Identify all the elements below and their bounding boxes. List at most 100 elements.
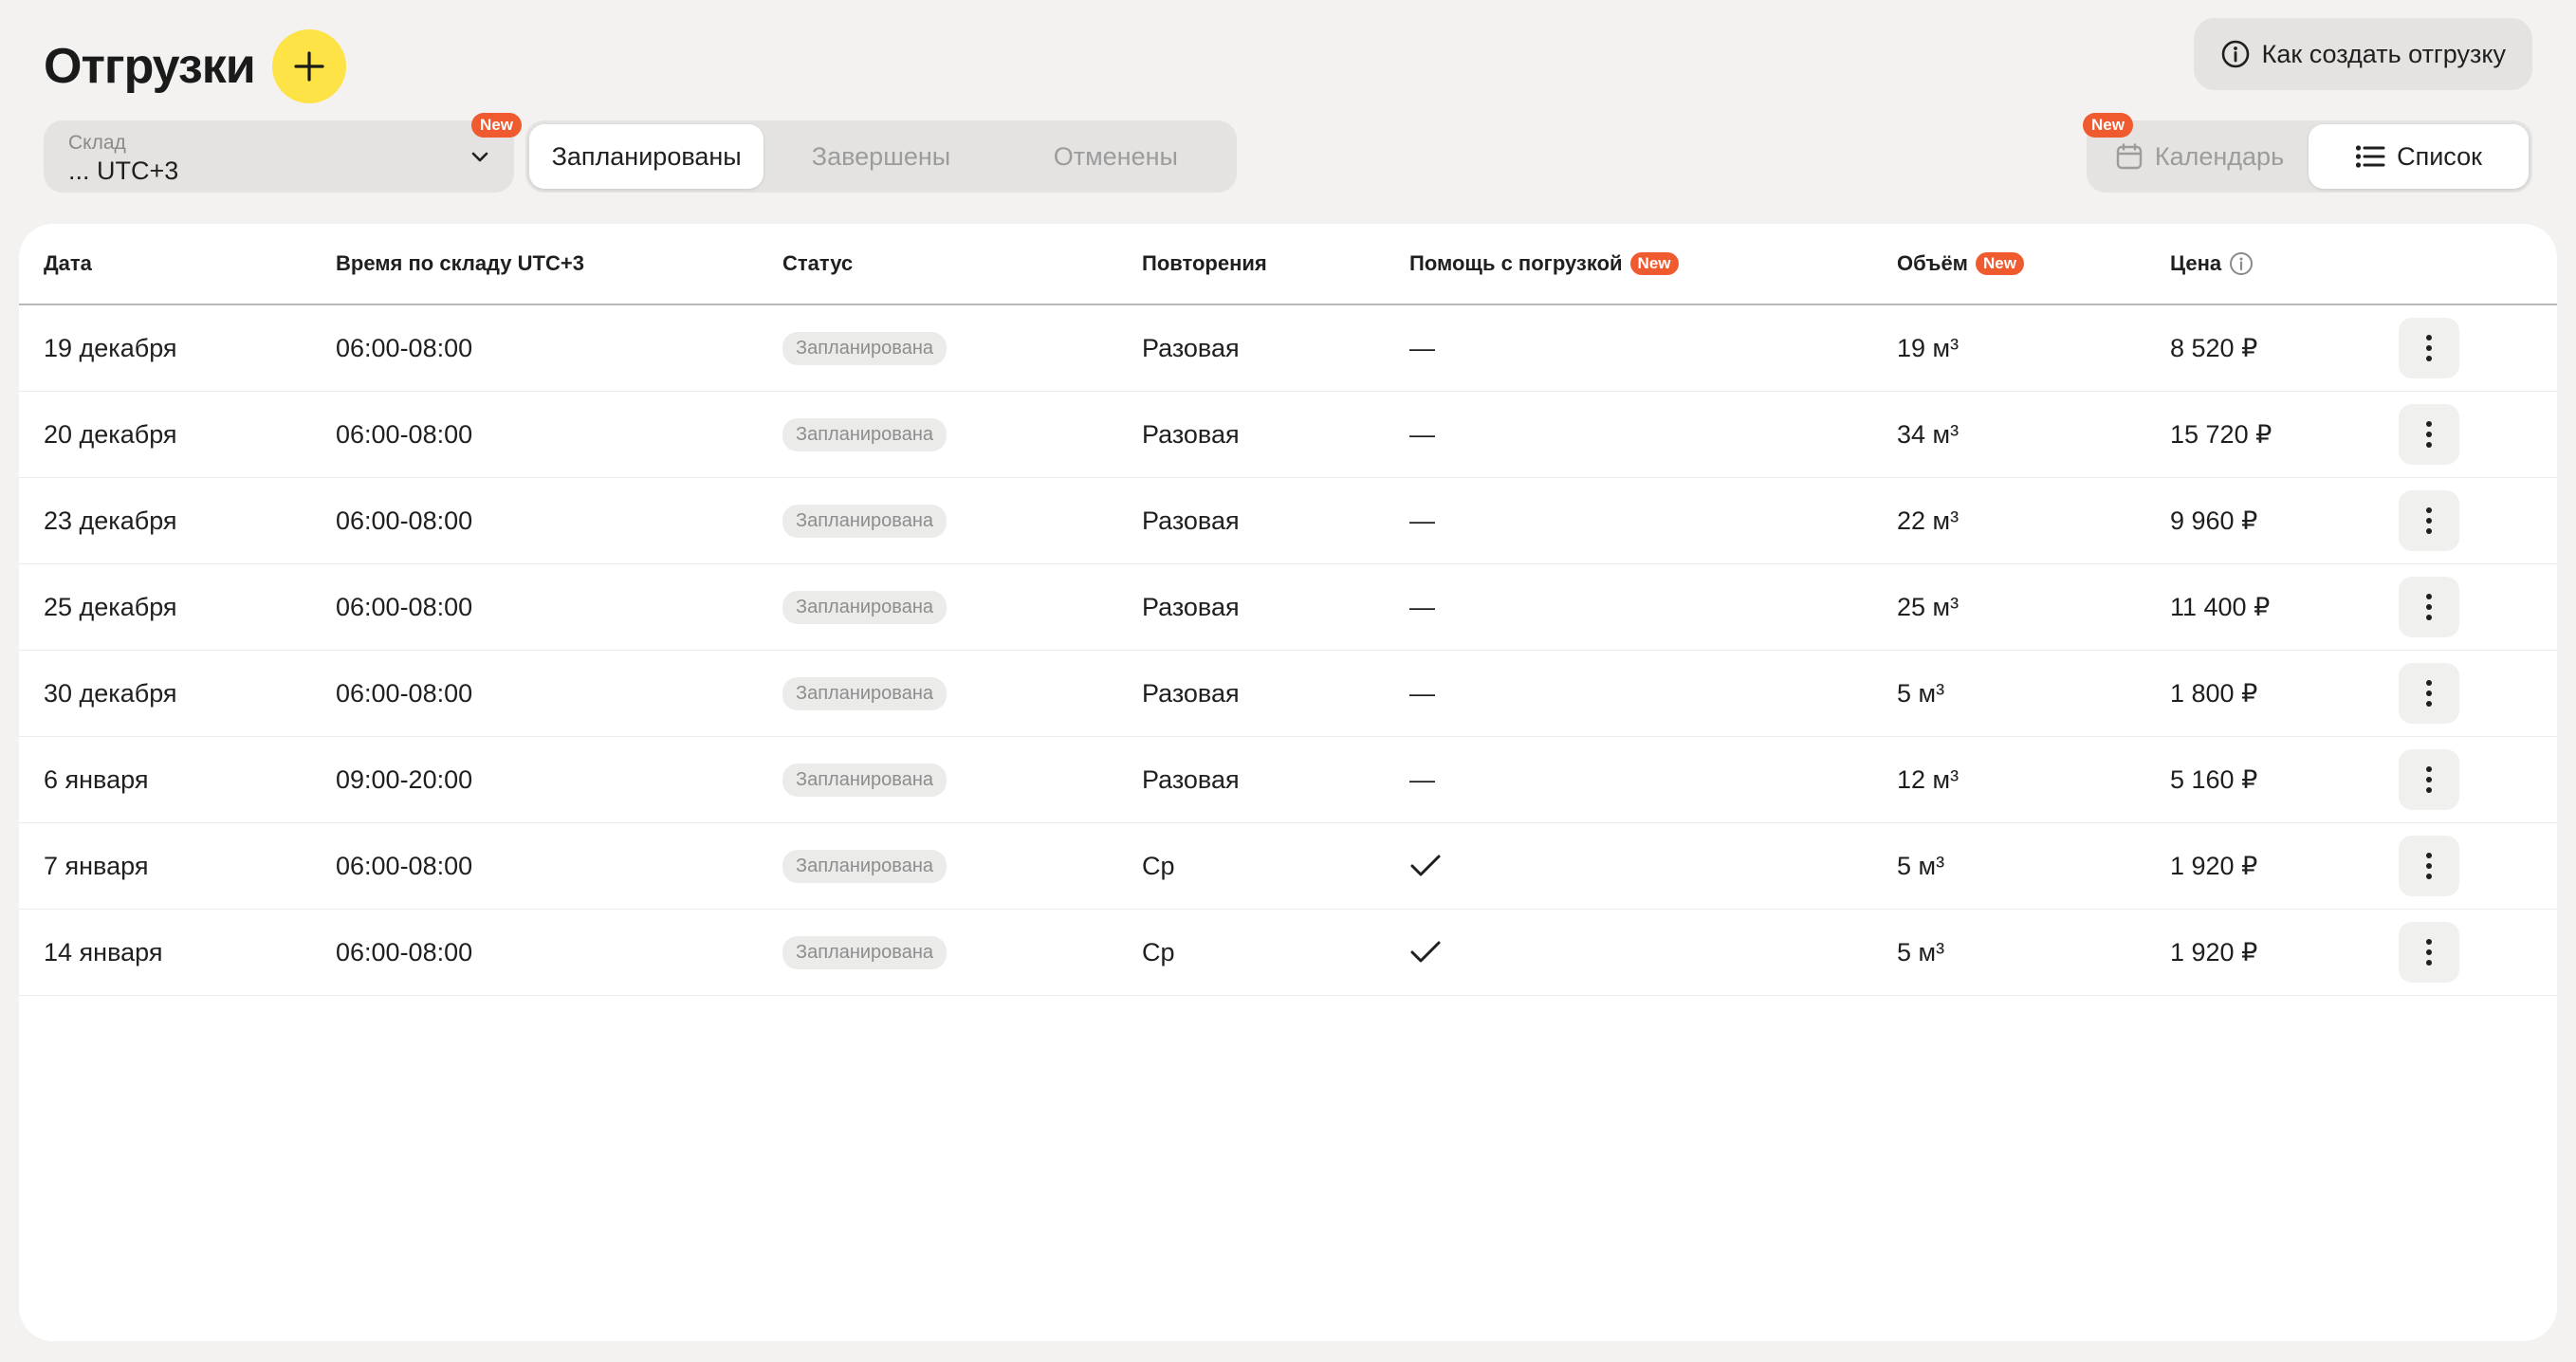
cell-date: 6 января	[44, 737, 148, 822]
column-header-repeat: Повторения	[1142, 224, 1267, 304]
cell-volume-text: 34 м³	[1897, 419, 1960, 449]
tab-completed[interactable]: Завершены	[764, 124, 998, 189]
cell-price-text: 1 800 ₽	[2170, 678, 2258, 708]
row-actions-button[interactable]	[2399, 490, 2459, 551]
row-actions-button[interactable]	[2399, 404, 2459, 465]
cell-date: 19 декабря	[44, 305, 177, 391]
status-badge: Запланирована	[782, 935, 947, 969]
cell-status: Запланирована	[782, 305, 947, 391]
table-row[interactable]: 30 декабря 06:00-08:00 Запланирована Разова…	[19, 651, 2557, 737]
row-actions-button[interactable]	[2399, 318, 2459, 378]
cell-loading-help-text: —	[1409, 419, 1435, 449]
cell-price: 11 400 ₽	[2170, 564, 2270, 650]
info-icon[interactable]	[2229, 251, 2254, 276]
cell-price: 8 520 ₽	[2170, 305, 2257, 391]
column-header-date: Дата	[44, 224, 92, 304]
table-row[interactable]: 23 декабря 06:00-08:00 Запланирована Разова…	[19, 478, 2557, 564]
table-row[interactable]: 6 января 09:00-20:00 Запланирована Разовая —…	[19, 737, 2557, 823]
plus-icon	[294, 51, 324, 82]
tab-planned[interactable]: Запланированы	[529, 124, 764, 189]
cell-repeat: Разовая	[1142, 478, 1240, 563]
cell-volume: 22 м³	[1897, 478, 1959, 563]
table-header: Дата Время по складу UTC+3 Статус Повтор…	[19, 224, 2557, 305]
cell-loading-help-text: —	[1409, 592, 1435, 621]
row-actions-button[interactable]	[2399, 749, 2459, 810]
table-row[interactable]: 7 января 06:00-08:00 Запланирована Ср 5 м³ 1 …	[19, 823, 2557, 910]
view-toggle: Календарь Список New	[2083, 113, 2532, 193]
cell-repeat-text: Разовая	[1142, 506, 1240, 535]
column-label: Статус	[782, 251, 854, 275]
cell-repeat-text: Разовая	[1142, 333, 1240, 362]
cell-time-text: 06:00-08:00	[336, 419, 473, 449]
status-badge: Запланирована	[782, 331, 947, 365]
cell-volume-text: 12 м³	[1897, 764, 1960, 794]
cell-price-text: 1 920 ₽	[2170, 937, 2258, 966]
table-body: 19 декабря 06:00-08:00 Запланирована Разова…	[19, 305, 2557, 996]
column-label: Цена	[2170, 251, 2222, 275]
how-to-create-button[interactable]: Как создать отгрузку	[2193, 18, 2532, 90]
cell-time-text: 06:00-08:00	[336, 506, 473, 535]
cell-status: Запланирована	[782, 564, 947, 650]
cell-repeat-text: Разовая	[1142, 678, 1240, 708]
cell-repeat-text: Разовая	[1142, 419, 1240, 449]
more-vertical-icon	[2426, 680, 2432, 707]
cell-loading-help-text: —	[1409, 333, 1435, 362]
column-header-time: Время по складу UTC+3	[336, 224, 584, 304]
cell-volume: 25 м³	[1897, 564, 1959, 650]
cell-date-text: 14 января	[44, 937, 163, 966]
cell-price-text: 1 920 ₽	[2170, 851, 2258, 880]
list-view-button[interactable]: Список	[2309, 124, 2529, 189]
table-row[interactable]: 20 декабря 06:00-08:00 Запланирована Разова…	[19, 392, 2557, 478]
row-actions-button[interactable]	[2399, 663, 2459, 724]
row-actions-button[interactable]	[2399, 577, 2459, 637]
column-header-loading-help: Помощь с погрузкой New	[1409, 224, 1679, 304]
cell-repeat-text: Ср	[1142, 937, 1175, 966]
more-vertical-icon	[2426, 939, 2432, 966]
cell-volume-text: 25 м³	[1897, 592, 1960, 621]
table-row[interactable]: 14 января 06:00-08:00 Запланирована Ср 5 м³ 1…	[19, 910, 2557, 996]
cell-price: 15 720 ₽	[2170, 392, 2272, 477]
table-row[interactable]: 19 декабря 06:00-08:00 Запланирована Разова…	[19, 305, 2557, 392]
cell-price-text: 15 720 ₽	[2170, 419, 2272, 449]
cell-date: 30 декабря	[44, 651, 177, 736]
shipments-table: Дата Время по складу UTC+3 Статус Повтор…	[19, 224, 2557, 1341]
cell-price-text: 9 960 ₽	[2170, 506, 2258, 535]
cell-repeat-text: Разовая	[1142, 592, 1240, 621]
cell-loading-help	[1409, 823, 1442, 909]
warehouse-select[interactable]: Склад ... UTC+3 New	[44, 113, 522, 193]
row-actions-button[interactable]	[2399, 922, 2459, 983]
cell-time: 09:00-20:00	[336, 737, 472, 822]
cell-repeat-text: Ср	[1142, 851, 1175, 880]
more-vertical-icon	[2426, 594, 2432, 620]
cell-volume: 34 м³	[1897, 392, 1959, 477]
column-label: Помощь с погрузкой	[1409, 251, 1623, 275]
cell-volume-text: 19 м³	[1897, 333, 1960, 362]
cell-date-text: 25 декабря	[44, 592, 177, 621]
cell-loading-help-text: —	[1409, 678, 1435, 708]
cell-price-text: 11 400 ₽	[2170, 592, 2271, 621]
cell-date-text: 23 декабря	[44, 506, 177, 535]
cell-time: 06:00-08:00	[336, 823, 472, 909]
cell-loading-help: —	[1409, 737, 1435, 822]
status-tabs: Запланированы Завершены Отменены	[525, 120, 1237, 193]
more-vertical-icon	[2426, 335, 2432, 361]
cell-loading-help-text: —	[1409, 764, 1435, 794]
status-badge: Запланирована	[782, 417, 947, 451]
cell-volume-text: 5 м³	[1897, 851, 1945, 880]
page-title: Отгрузки	[44, 39, 256, 94]
tab-cancelled[interactable]: Отменены	[999, 124, 1233, 189]
cell-loading-help: —	[1409, 392, 1435, 477]
cell-loading-help: —	[1409, 478, 1435, 563]
cell-repeat: Разовая	[1142, 564, 1240, 650]
info-icon	[2221, 40, 2249, 68]
cell-price: 5 160 ₽	[2170, 737, 2257, 822]
cell-time: 06:00-08:00	[336, 651, 472, 736]
more-vertical-icon	[2426, 766, 2432, 793]
row-actions-button[interactable]	[2399, 836, 2459, 896]
add-shipment-button[interactable]	[271, 29, 346, 103]
table-row[interactable]: 25 декабря 06:00-08:00 Запланирована Разова…	[19, 564, 2557, 651]
new-badge: New	[471, 113, 522, 138]
cell-price: 1 920 ₽	[2170, 823, 2257, 909]
cell-volume: 5 м³	[1897, 823, 1944, 909]
cell-time-text: 09:00-20:00	[336, 764, 473, 794]
